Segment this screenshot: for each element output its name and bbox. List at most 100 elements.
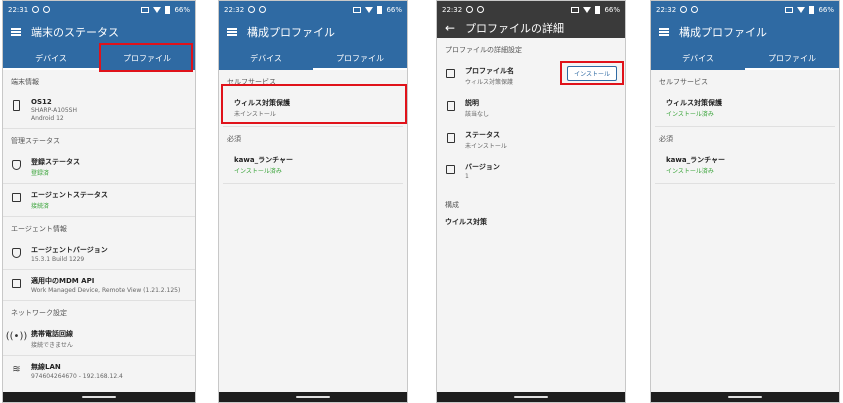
version-value: 1 bbox=[465, 173, 469, 180]
home-handle[interactable] bbox=[514, 396, 548, 398]
section-details: プロファイルの詳細設定 bbox=[445, 46, 522, 54]
status-label: ステータス bbox=[465, 131, 500, 139]
app-bar: 構成プロファイル bbox=[219, 18, 407, 46]
phone-screen-profiles-installed: 22:32 66% 構成プロファイル デバイス プロファイル セルフサービス ウ… bbox=[650, 0, 840, 403]
list-item-wlan[interactable]: ≋ 無線LAN 974604264670 - 192.168.12.4 bbox=[3, 356, 195, 386]
launcher-label: kawa_ランチャー bbox=[234, 156, 293, 164]
nav-bar bbox=[437, 392, 625, 402]
description-label: 説明 bbox=[465, 99, 479, 107]
description-value: 該当なし bbox=[465, 111, 490, 118]
tab-device[interactable]: デバイス bbox=[651, 46, 745, 70]
section-device-info: 端末情報 bbox=[11, 78, 39, 86]
battery-icon bbox=[377, 5, 383, 14]
phone-screen-profiles: 22:32 66% 構成プロファイル デバイス プロファイル セルフサービス ウ… bbox=[218, 0, 408, 403]
status-bar: 22:32 66% bbox=[651, 1, 839, 18]
settings-status-icon bbox=[32, 6, 40, 13]
config-item: ウイルス対策 bbox=[445, 218, 487, 226]
status-bar: 22:32 66% bbox=[219, 1, 407, 18]
sync-status-icon bbox=[259, 6, 267, 13]
list-item-agent-status[interactable]: エージェントステータス 接続済 bbox=[3, 184, 195, 217]
sync-status-icon bbox=[43, 6, 51, 13]
os-version: Android 12 bbox=[31, 115, 64, 122]
home-handle[interactable] bbox=[728, 396, 762, 398]
list-item-os[interactable]: OS12 SHARP-A105SH Android 12 bbox=[3, 92, 195, 129]
app-bar: ← プロファイルの詳細 bbox=[437, 18, 625, 38]
status-value: 未インストール bbox=[465, 143, 507, 150]
nav-bar bbox=[219, 392, 407, 402]
menu-icon[interactable] bbox=[11, 28, 21, 36]
highlight-install-button bbox=[560, 61, 624, 85]
reg-status-label: 登録ステータス bbox=[31, 158, 80, 166]
app-bar: 構成プロファイル bbox=[651, 18, 839, 46]
phone-icon bbox=[13, 100, 20, 111]
mdm-api-label: 適用中のMDM API bbox=[31, 277, 95, 285]
reg-status-value: 登録済 bbox=[31, 170, 50, 177]
status-time: 22:31 bbox=[8, 5, 29, 14]
phone-screen-profile-details: 22:32 66% ← プロファイルの詳細 プロファイルの詳細設定 プロファイル… bbox=[436, 0, 626, 403]
os-model: SHARP-A105SH bbox=[31, 107, 77, 114]
section-management: 管理ステータス bbox=[11, 137, 60, 145]
wifi-status-icon bbox=[153, 6, 162, 13]
tab-device[interactable]: デバイス bbox=[219, 46, 313, 70]
battery-level: 66% bbox=[818, 5, 834, 14]
notification-icon bbox=[785, 6, 794, 13]
launcher-status: インストール済み bbox=[234, 168, 282, 175]
virus-status: インストール済み bbox=[666, 111, 714, 118]
section-required: 必須 bbox=[659, 135, 673, 143]
home-handle[interactable] bbox=[296, 396, 330, 398]
sync-status-icon bbox=[691, 6, 699, 13]
launcher-status: インストール済み bbox=[666, 168, 714, 175]
shield-icon bbox=[12, 247, 21, 258]
section-self-service: セルフサービス bbox=[659, 78, 708, 86]
battery-level: 66% bbox=[604, 5, 620, 14]
highlight-virus-item bbox=[221, 84, 407, 124]
detail-version: バージョン 1 bbox=[437, 156, 625, 186]
profile-icon bbox=[446, 69, 455, 78]
battery-icon bbox=[809, 5, 815, 14]
list-item-mdm-api[interactable]: 適用中のMDM API Work Managed Device, Remote … bbox=[3, 270, 195, 301]
shield-icon bbox=[12, 159, 21, 170]
list-item-registration[interactable]: 登録ステータス 登録済 bbox=[3, 151, 195, 184]
antenna-icon: ((•)) bbox=[5, 331, 28, 342]
list-item-launcher[interactable]: kawa_ランチャー インストール済み bbox=[655, 149, 835, 184]
agent-version-label: エージェントバージョン bbox=[31, 246, 108, 254]
profile-name-value: ウィルス対策保護 bbox=[465, 79, 514, 86]
home-handle[interactable] bbox=[82, 396, 116, 398]
tab-profile[interactable]: プロファイル bbox=[745, 46, 839, 70]
profile-name-label: プロファイル名 bbox=[465, 67, 514, 75]
list-item-launcher[interactable]: kawa_ランチャー インストール済み bbox=[223, 149, 403, 184]
list-item-agent-version[interactable]: エージェントバージョン 15.3.1 Build 1229 bbox=[3, 239, 195, 270]
detail-description: 説明 該当なし bbox=[437, 92, 625, 124]
virus-label: ウィルス対策保護 bbox=[666, 99, 722, 107]
copy-icon bbox=[446, 165, 455, 174]
agent-status-label: エージェントステータス bbox=[31, 191, 108, 199]
agent-status-value: 接続済 bbox=[31, 203, 50, 210]
back-arrow-icon[interactable]: ← bbox=[445, 22, 455, 34]
app-bar: 端末のステータス bbox=[3, 18, 195, 46]
nav-bar bbox=[651, 392, 839, 402]
list-item-virus-protection[interactable]: ウィルス対策保護 インストール済み bbox=[655, 92, 835, 127]
section-agent: エージェント情報 bbox=[11, 225, 67, 233]
launcher-label: kawa_ランチャー bbox=[666, 156, 725, 164]
status-time: 22:32 bbox=[656, 5, 677, 14]
status-time: 22:32 bbox=[224, 5, 245, 14]
mdm-api-value: Work Managed Device, Remote View (1.21.2… bbox=[31, 287, 181, 294]
sync-status-icon bbox=[477, 6, 485, 13]
agent-version-value: 15.3.1 Build 1229 bbox=[31, 256, 85, 263]
status-time: 22:32 bbox=[442, 5, 463, 14]
clipboard-icon bbox=[446, 132, 455, 143]
battery-icon bbox=[595, 5, 601, 14]
wifi-icon: ≋ bbox=[12, 364, 21, 375]
menu-icon[interactable] bbox=[659, 28, 669, 36]
tab-device[interactable]: デバイス bbox=[3, 46, 99, 70]
list-item-mobile[interactable]: ((•)) 携帯電話回線 接続できません bbox=[3, 323, 195, 356]
wifi-status-icon bbox=[797, 6, 806, 13]
wlan-value: 974604264670 - 192.168.12.4 bbox=[31, 373, 123, 380]
page-title: プロファイルの詳細 bbox=[465, 22, 565, 35]
menu-icon[interactable] bbox=[227, 28, 237, 36]
notification-icon bbox=[141, 6, 150, 13]
phone-screen-device-status: 22:31 66% 端末のステータス デバイス プロファイル 端末情報 OS12… bbox=[2, 0, 196, 403]
tab-profile[interactable]: プロファイル bbox=[313, 46, 407, 70]
agent-status-icon bbox=[12, 193, 21, 202]
nav-bar bbox=[3, 392, 195, 402]
